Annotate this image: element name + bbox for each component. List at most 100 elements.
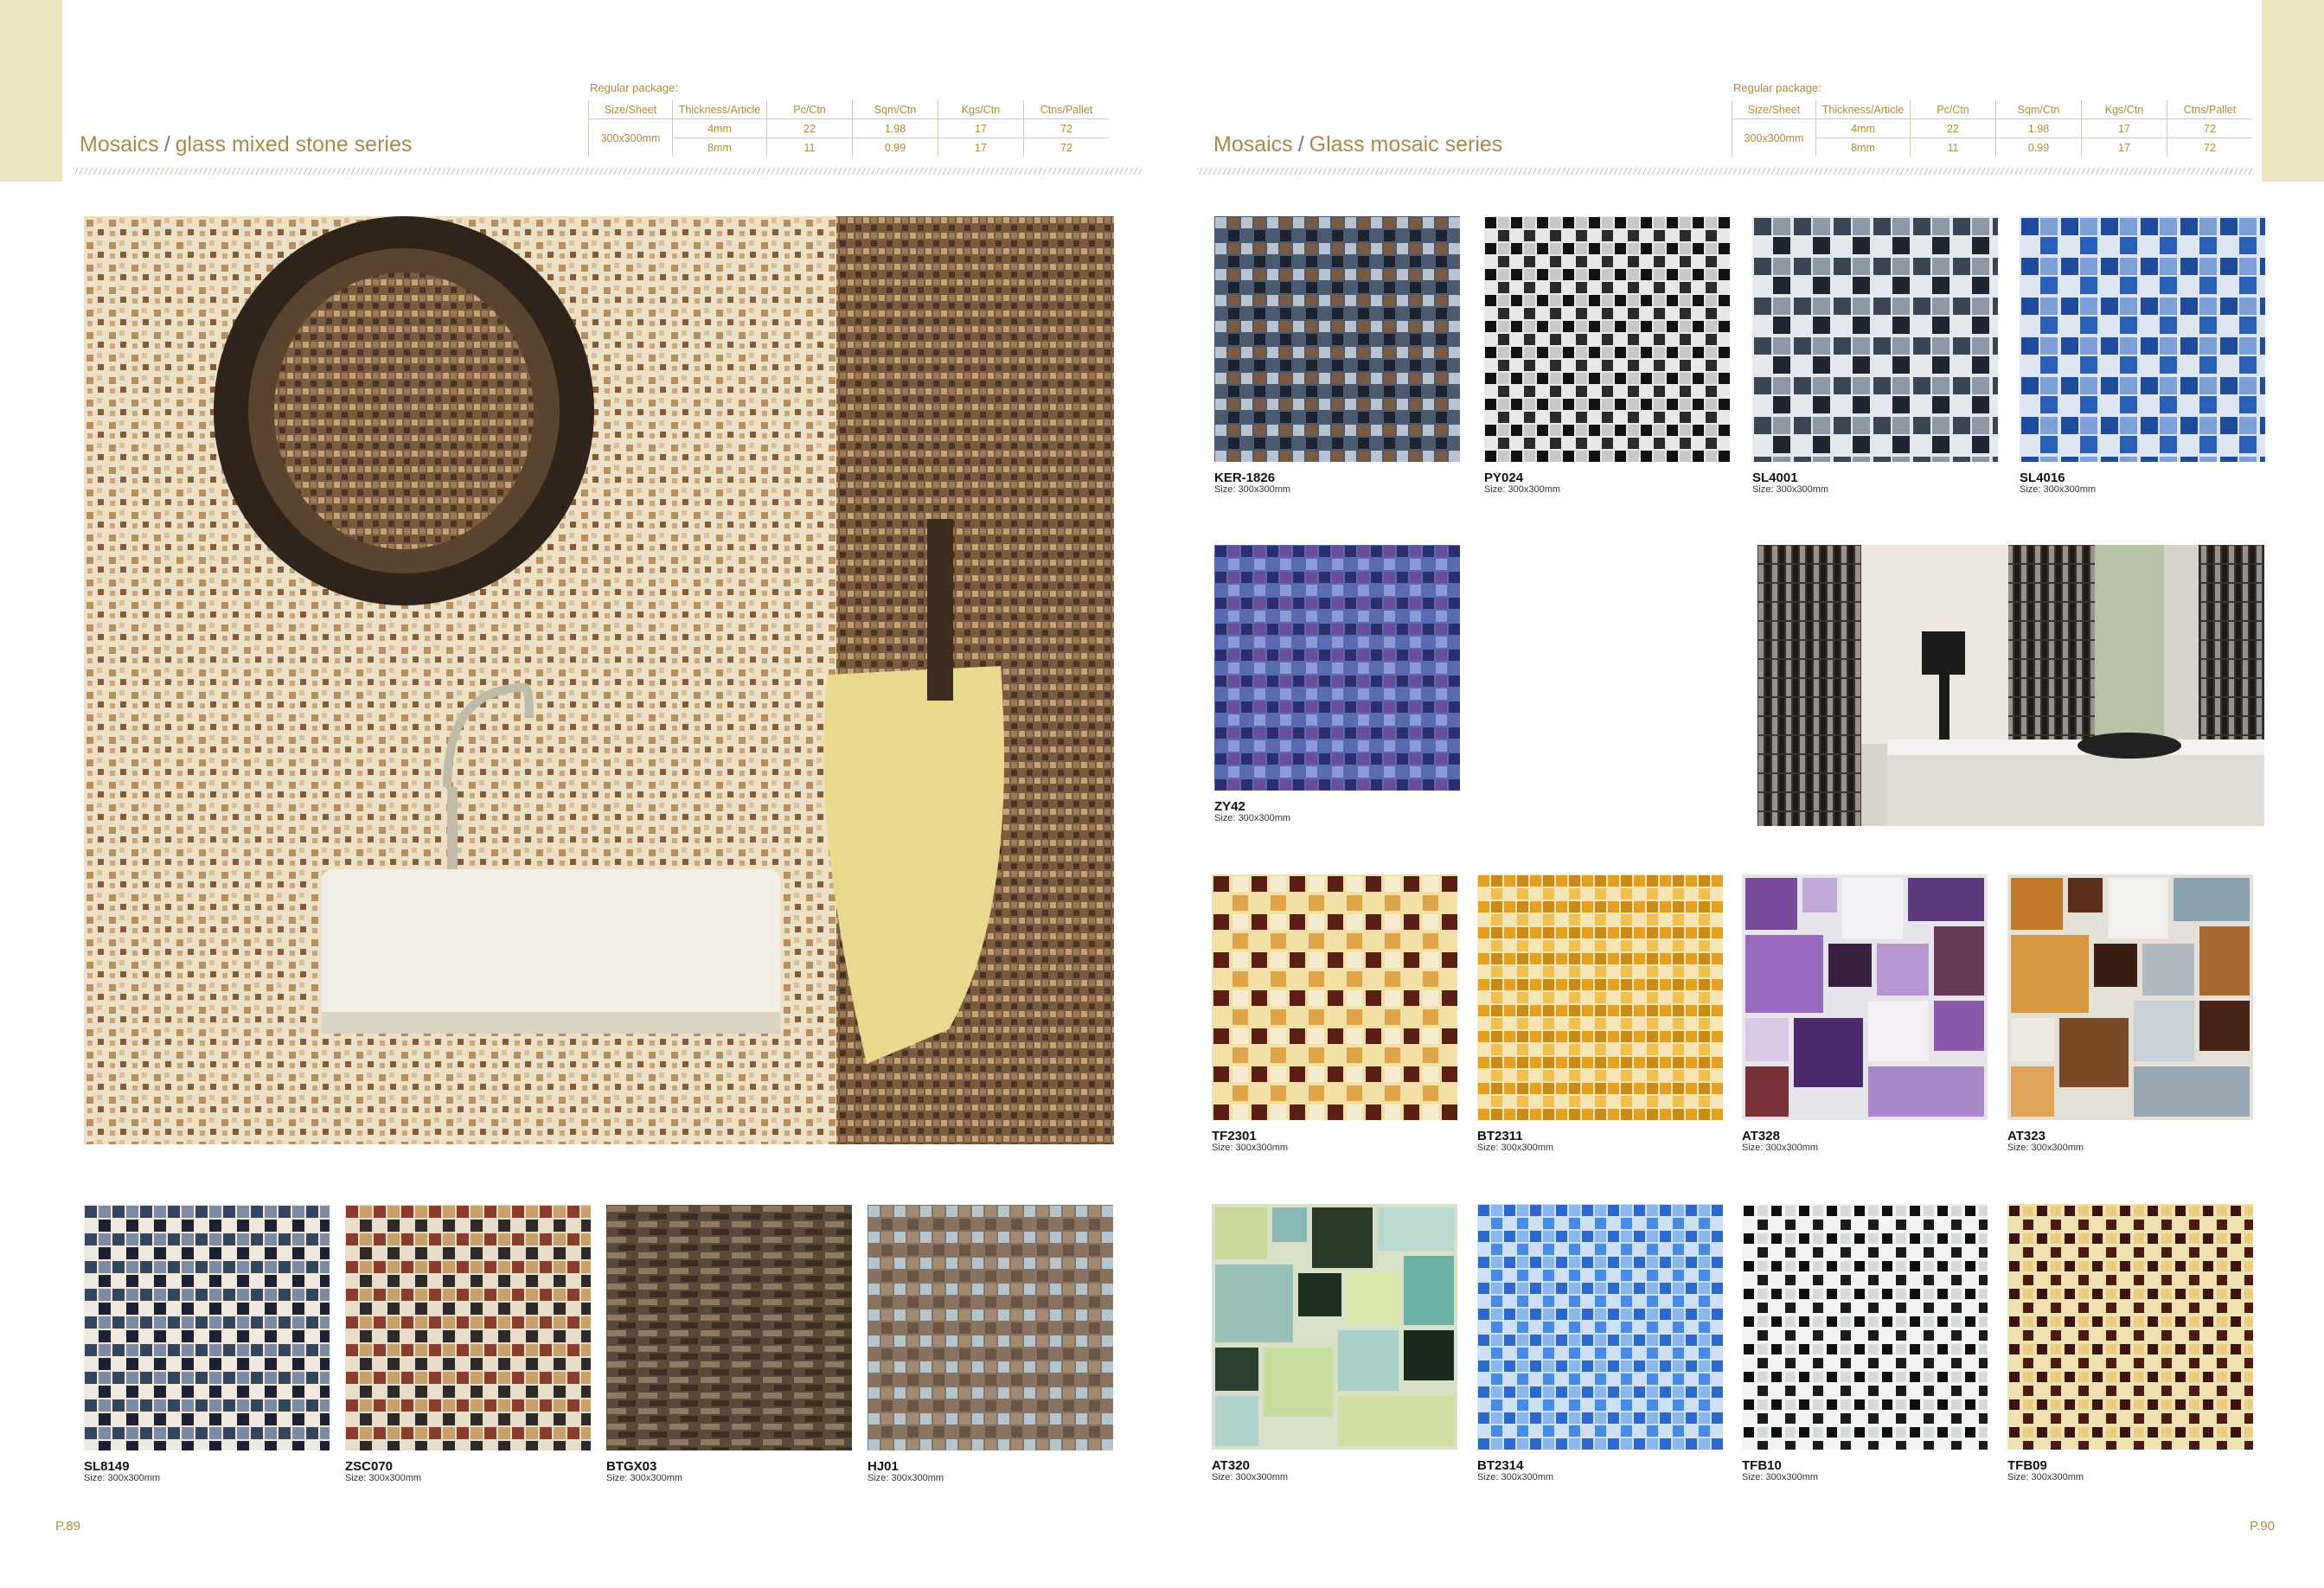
cell: 17 (2081, 118, 2167, 138)
cell: 0.99 (852, 138, 938, 157)
tile-swatch (1477, 874, 1723, 1120)
tile-code: BT2314 (1477, 1458, 1524, 1473)
tile-swatch (1212, 1204, 1457, 1450)
cell-size-sheet: 300x300mm (1732, 118, 1816, 157)
tile-at320: AT320 Size: 300x300mm (1212, 1204, 1457, 1483)
tile-swatch (345, 1205, 591, 1450)
tile-bt2311: BT2311 Size: 300x300mm (1477, 874, 1723, 1154)
tile-size: Size: 300x300mm (606, 1473, 683, 1483)
title-slash: / (1297, 132, 1304, 157)
header-ctns-pallet: Ctns/Pallet (1023, 100, 1109, 119)
tile-code: ZY42 (1214, 799, 1245, 814)
page-number-right: P.90 (2250, 1519, 2275, 1534)
tile-code: SL4001 (1752, 471, 1798, 485)
tile-code: BT2311 (1477, 1129, 1523, 1143)
header-ctns-pallet: Ctns/Pallet (2167, 100, 2252, 119)
header-thickness: Thickness/Article (1815, 100, 1911, 119)
tile-size: Size: 300x300mm (867, 1473, 944, 1483)
cell: 17 (938, 138, 1024, 157)
tile-swatch (2020, 216, 2265, 462)
tile-swatch (1742, 1204, 1988, 1450)
left-package-table: Size/Sheet Thickness/Article Pc/Ctn Sqm/… (588, 100, 1109, 157)
right-package-table: Size/Sheet Thickness/Article Pc/Ctn Sqm/… (1732, 100, 2252, 157)
cell-size-sheet: 300x300mm (588, 118, 673, 157)
tile-ker-1826: KER-1826 Size: 300x300mm (1214, 216, 1460, 496)
tile-size: Size: 300x300mm (1214, 813, 1291, 823)
tile-sl4001: SL4001 Size: 300x300mm (1752, 216, 1998, 496)
tile-code: TFB10 (1742, 1458, 1782, 1473)
cell: 8mm (1815, 138, 1911, 157)
title-slash: / (163, 132, 170, 157)
tile-size: Size: 300x300mm (2007, 1143, 2084, 1153)
tile-swatch (867, 1205, 1113, 1450)
tile-at323: AT323 Size: 300x300mm (2007, 874, 2253, 1154)
tile-hj01: HJ01 Size: 300x300mm (867, 1205, 1113, 1484)
cell: 11 (1910, 138, 1996, 157)
tile-zsc070: ZSC070 Size: 300x300mm (345, 1205, 591, 1484)
left-hatched-rule (73, 168, 1142, 175)
tile-swatch (1212, 874, 1457, 1120)
tile-size: Size: 300x300mm (1484, 484, 1561, 495)
tile-size: Size: 300x300mm (1477, 1143, 1554, 1153)
tile-size: Size: 300x300mm (345, 1473, 422, 1483)
tile-code: ZSC070 (345, 1459, 394, 1474)
header-kgs-ctn: Kgs/Ctn (2081, 100, 2167, 119)
tile-tfb09: TFB09 Size: 300x300mm (2007, 1204, 2253, 1483)
cell: 0.99 (1995, 138, 2082, 157)
cell: 4mm (672, 118, 767, 138)
cell: 4mm (1815, 118, 1911, 138)
tile-size: Size: 300x300mm (2020, 484, 2097, 495)
tile-code: BTGX03 (606, 1459, 657, 1474)
cell: 11 (766, 138, 853, 157)
title-series: glass mixed stone series (175, 132, 413, 157)
cell: 17 (2081, 138, 2167, 157)
tile-size: Size: 300x300mm (2007, 1472, 2084, 1482)
title-main: Mosaics (80, 132, 159, 157)
tile-code: AT323 (2007, 1129, 2046, 1143)
tile-code: PY024 (1484, 471, 1524, 485)
cell: 22 (766, 118, 853, 138)
left-section-title: Mosaics / glass mixed stone series (80, 132, 412, 157)
tile-size: Size: 300x300mm (1477, 1472, 1554, 1482)
right-edge-band (2262, 0, 2324, 182)
tile-size: Size: 300x300mm (1742, 1143, 1819, 1153)
tile-code: KER-1826 (1214, 471, 1276, 485)
tile-size: Size: 300x300mm (1742, 1472, 1819, 1482)
tile-swatch (1484, 216, 1730, 462)
tile-size: Size: 300x300mm (1212, 1472, 1289, 1482)
tile-size: Size: 300x300mm (1752, 484, 1829, 495)
cell: 72 (2167, 118, 2252, 138)
tile-size: Size: 300x300mm (1214, 484, 1291, 495)
tile-sl4016: SL4016 Size: 300x300mm (2020, 216, 2265, 496)
cell: 72 (1023, 118, 1109, 138)
header-kgs-ctn: Kgs/Ctn (938, 100, 1024, 119)
tile-code: AT320 (1212, 1458, 1250, 1473)
title-main: Mosaics (1213, 132, 1293, 157)
right-package-label: Regular package: (1733, 81, 1821, 94)
cell: 8mm (672, 138, 767, 157)
tile-zy42: ZY42 Size: 300x300mm (1214, 545, 1460, 824)
tile-size: Size: 300x300mm (84, 1473, 161, 1483)
left-package-label: Regular package: (590, 81, 678, 94)
tile-swatch (84, 1205, 330, 1450)
tile-sl8149: SL8149 Size: 300x300mm (84, 1205, 330, 1484)
header-thickness: Thickness/Article (672, 100, 767, 119)
tile-bt2314: BT2314 Size: 300x300mm (1477, 1204, 1723, 1483)
tile-swatch (1214, 216, 1460, 462)
cell: 1.98 (1995, 118, 2082, 138)
header-size-sheet: Size/Sheet (1732, 100, 1816, 119)
tile-code: AT328 (1742, 1129, 1780, 1143)
tile-code: SL4016 (2020, 471, 2065, 485)
tile-tf2301: TF2301 Size: 300x300mm (1212, 874, 1457, 1154)
tile-swatch (1214, 545, 1460, 791)
tile-btgx03: BTGX03 Size: 300x300mm (606, 1205, 852, 1484)
cell: 1.98 (852, 118, 938, 138)
header-sqm-ctn: Sqm/Ctn (1995, 100, 2082, 119)
right-section-title: Mosaics / Glass mosaic series (1213, 132, 1502, 157)
tile-at328: AT328 Size: 300x300mm (1742, 874, 1988, 1154)
header-sqm-ctn: Sqm/Ctn (852, 100, 938, 119)
tile-swatch (1742, 874, 1988, 1120)
header-size-sheet: Size/Sheet (588, 100, 673, 119)
tile-swatch (1752, 216, 1998, 462)
bathroom-vanity-photo (1757, 545, 2264, 826)
